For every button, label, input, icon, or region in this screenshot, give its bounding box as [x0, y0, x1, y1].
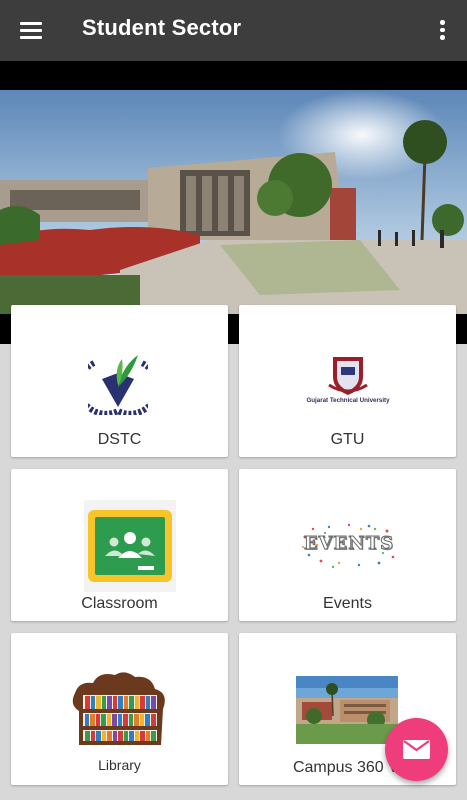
gtu-logo-text: Gujarat Technical University [306, 397, 390, 404]
library-bookshelf-icon [69, 671, 171, 747]
tile-events[interactable]: EVENTS Events [239, 469, 456, 621]
tile-classroom[interactable]: Classroom [11, 469, 228, 621]
tile-label: GTU [330, 431, 365, 448]
compose-mail-button[interactable] [385, 718, 448, 781]
mail-icon [403, 740, 430, 759]
tile-library[interactable]: Library [11, 633, 228, 785]
campus-banner-image [0, 90, 467, 314]
dstc-logo [76, 347, 160, 417]
tile-gtu[interactable]: Gujarat Technical University GTU [239, 305, 456, 457]
tile-label: Library [98, 757, 141, 773]
tile-dstc[interactable]: DSTC [11, 305, 228, 457]
app-bar: Student Sector [0, 0, 467, 61]
hamburger-menu-icon[interactable] [18, 18, 44, 42]
tile-label: Classroom [81, 595, 158, 612]
campus-photo-thumbnail [296, 676, 398, 744]
google-classroom-icon [84, 500, 176, 592]
tile-label: Events [323, 595, 372, 612]
app-title: Student Sector [82, 15, 242, 40]
more-vert-icon[interactable] [430, 17, 454, 43]
events-logo: EVENTS [299, 517, 399, 573]
gtu-logo: Gujarat Technical University [306, 353, 390, 408]
tile-label: DSTC [97, 431, 142, 448]
events-logo-text: EVENTS [303, 533, 395, 555]
